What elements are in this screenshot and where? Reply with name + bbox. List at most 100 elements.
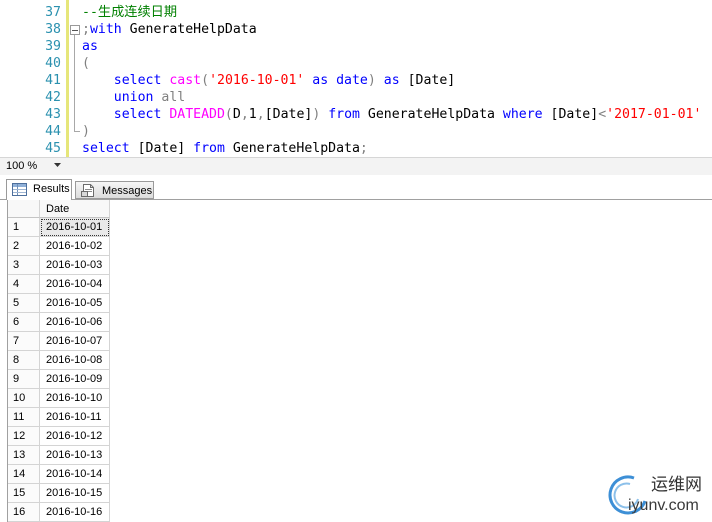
code-text[interactable]: select cast('2016-10-01' as date) as [Da… [82, 72, 455, 89]
row-number[interactable]: 9 [8, 370, 40, 389]
table-row[interactable]: 9 2016-10-09 [8, 370, 712, 389]
code-line[interactable]: 37 --生成连续日期 [0, 4, 712, 21]
code-token-string: '2016-10-01' [209, 73, 305, 88]
grid-corner[interactable] [8, 200, 40, 218]
date-cell[interactable]: 2016-10-05 [40, 294, 110, 313]
date-cell[interactable]: 2016-10-14 [40, 465, 110, 484]
row-number[interactable]: 3 [8, 256, 40, 275]
row-number[interactable]: 11 [8, 408, 40, 427]
date-cell[interactable]: 2016-10-13 [40, 446, 110, 465]
column-header-date[interactable]: Date [40, 200, 110, 218]
code-token-keyword: from [320, 107, 368, 122]
table-row[interactable]: 2 2016-10-02 [8, 237, 712, 256]
code-token-keyword: as [375, 73, 408, 88]
row-number[interactable]: 10 [8, 389, 40, 408]
tab-messages-label: Messages [102, 185, 153, 197]
line-number: 40 [45, 56, 61, 71]
row-number[interactable]: 2 [8, 237, 40, 256]
table-row[interactable]: 4 2016-10-04 [8, 275, 712, 294]
row-number[interactable]: 15 [8, 484, 40, 503]
date-cell[interactable]: 2016-10-16 [40, 503, 110, 522]
code-token-plain: [Date] [264, 107, 313, 122]
code-token-punct: ; [359, 141, 368, 156]
date-cell[interactable]: 2016-10-07 [40, 332, 110, 351]
table-row[interactable]: 3 2016-10-03 [8, 256, 712, 275]
code-text[interactable]: select DATEADD(D,1,[Date]) from Generate… [82, 106, 702, 123]
code-line[interactable]: 40 ( [0, 55, 712, 72]
row-number[interactable]: 1 [8, 218, 40, 237]
date-cell[interactable]: 2016-10-15 [40, 484, 110, 503]
date-cell[interactable]: 2016-10-06 [40, 313, 110, 332]
table-row[interactable]: 8 2016-10-08 [8, 351, 712, 370]
table-row[interactable]: 12 2016-10-12 [8, 427, 712, 446]
tab-messages[interactable]: Messages [75, 181, 154, 199]
code-line[interactable]: 43 select DATEADD(D,1,[Date]) from Gener… [0, 106, 712, 123]
watermark-cn-text: 运维网 [651, 475, 702, 494]
code-token-plain: GenerateHelpData [121, 22, 257, 37]
line-number: 42 [45, 90, 61, 105]
chevron-down-icon[interactable] [54, 163, 61, 168]
line-number: 41 [45, 73, 61, 88]
date-cell[interactable]: 2016-10-04 [40, 275, 110, 294]
code-token-plain: D [232, 107, 241, 122]
code-text[interactable]: as [82, 38, 98, 55]
line-number: 45 [45, 141, 61, 156]
code-text[interactable]: ) [82, 123, 90, 140]
code-token-keyword: from [185, 141, 233, 156]
date-cell[interactable]: 2016-10-08 [40, 351, 110, 370]
code-token-punct: ) [82, 124, 90, 139]
code-line[interactable]: 38 ;with GenerateHelpData [0, 21, 712, 38]
tab-results[interactable]: Results [6, 179, 72, 200]
row-number[interactable]: 12 [8, 427, 40, 446]
code-line[interactable]: 44) [0, 123, 712, 140]
date-cell[interactable]: 2016-10-02 [40, 237, 110, 256]
table-row[interactable]: 1 2016-10-01 [8, 218, 712, 237]
code-token-plain: [Date] [550, 107, 599, 122]
watermark-url-text: iyunv.com [628, 497, 699, 514]
row-number[interactable]: 8 [8, 351, 40, 370]
code-token-keyword: as date [304, 73, 368, 88]
results-tabstrip: Results Messages [0, 175, 712, 200]
messages-icon [81, 184, 94, 197]
zoom-combo[interactable]: 100 % [2, 159, 64, 174]
code-text[interactable]: ;with GenerateHelpData [82, 21, 257, 38]
table-row[interactable]: 11 2016-10-11 [8, 408, 712, 427]
table-row[interactable]: 13 2016-10-13 [8, 446, 712, 465]
line-number: 38 [45, 22, 61, 37]
date-cell[interactable]: 2016-10-12 [40, 427, 110, 446]
code-token-keyword: select [82, 73, 170, 88]
code-token-punct: ; [82, 22, 90, 37]
date-cell[interactable]: 2016-10-03 [40, 256, 110, 275]
code-text[interactable]: ( [82, 55, 90, 72]
row-number[interactable]: 16 [8, 503, 40, 522]
row-number[interactable]: 4 [8, 275, 40, 294]
date-cell[interactable]: 2016-10-09 [40, 370, 110, 389]
date-cell[interactable]: 2016-10-11 [40, 408, 110, 427]
code-token-string: '2017-01-01' [606, 107, 702, 122]
code-token-punct: ( [82, 56, 90, 71]
row-number[interactable]: 6 [8, 313, 40, 332]
code-token-plain: [Date] [407, 73, 456, 88]
code-token-comment: --生成连续日期 [82, 5, 178, 20]
line-number: 37 [45, 5, 61, 20]
table-row[interactable]: 10 2016-10-10 [8, 389, 712, 408]
code-text[interactable]: union all [82, 89, 185, 106]
row-number[interactable]: 14 [8, 465, 40, 484]
sql-editor[interactable]: 37 --生成连续日期 38 ;with GenerateHelpData 39 as 40… [0, 0, 712, 157]
code-line[interactable]: 45 select [Date] from GenerateHelpData; [0, 140, 712, 157]
table-row[interactable]: 6 2016-10-06 [8, 313, 712, 332]
code-token-punct: , [240, 107, 249, 122]
row-number[interactable]: 5 [8, 294, 40, 313]
code-line[interactable]: 42 union all [0, 89, 712, 106]
table-row[interactable]: 7 2016-10-07 [8, 332, 712, 351]
row-number[interactable]: 13 [8, 446, 40, 465]
date-cell[interactable]: 2016-10-10 [40, 389, 110, 408]
code-line[interactable]: 39 as [0, 38, 712, 55]
row-number[interactable]: 7 [8, 332, 40, 351]
code-token-plain: GenerateHelpData [367, 107, 495, 122]
date-cell[interactable]: 2016-10-01 [40, 218, 110, 237]
table-row[interactable]: 5 2016-10-05 [8, 294, 712, 313]
code-text[interactable]: --生成连续日期 [82, 4, 177, 21]
code-line[interactable]: 41 select cast('2016-10-01' as date) as … [0, 72, 712, 89]
code-text[interactable]: select [Date] from GenerateHelpData; [82, 140, 368, 157]
